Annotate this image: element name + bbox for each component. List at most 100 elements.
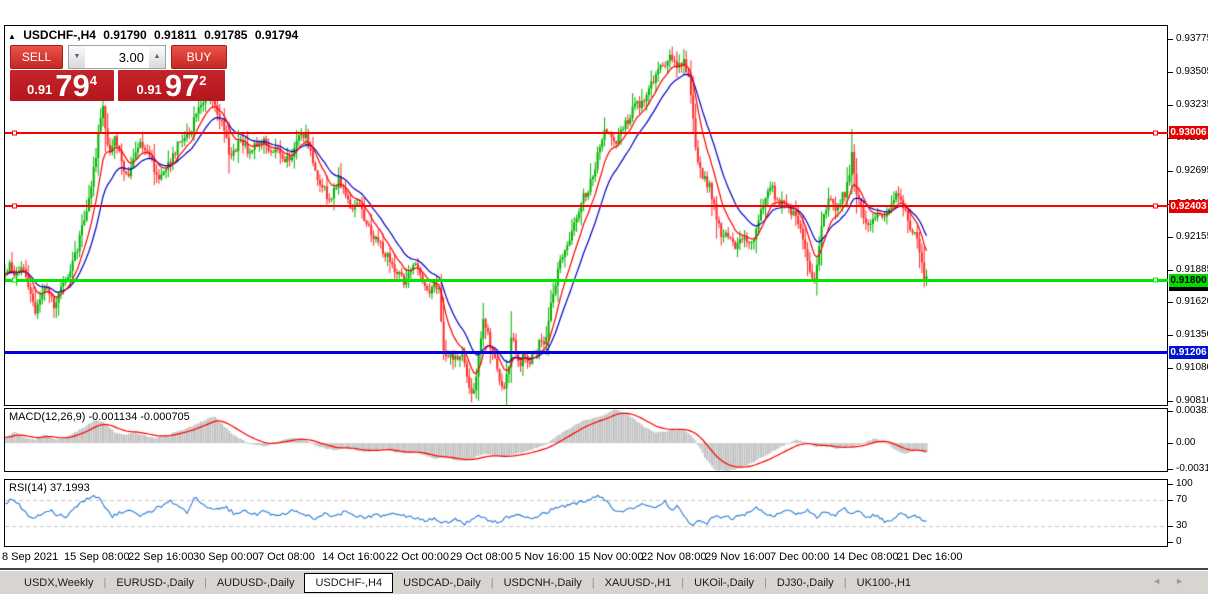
buy-button[interactable]: BUY [171, 45, 227, 69]
price-tick-label: 0.93505 [1176, 66, 1208, 77]
chart-tab-bar: USDX,Weekly|EURUSD-,Daily|AUDUSD-,DailyU… [0, 570, 1208, 594]
rsi-tick [1168, 500, 1173, 501]
volume-stepper: ▼ ▲ [68, 45, 166, 69]
time-label: 22 Oct 00:00 [386, 551, 449, 563]
rsi-tick [1168, 542, 1173, 543]
price-tick [1168, 105, 1173, 106]
price-tick [1168, 270, 1173, 271]
time-label: 5 Nov 16:00 [515, 551, 574, 563]
time-label: 15 Sep 08:00 [64, 551, 129, 563]
level-line-right-marker[interactable] [1153, 278, 1158, 283]
rsi-tick-label: 100 [1176, 478, 1193, 489]
horizontal-level-line[interactable] [5, 205, 1168, 207]
macd-tick-label: -0.003115 [1176, 463, 1208, 474]
chart-tab-ukoil-daily[interactable]: UKOil-,Daily [684, 574, 764, 592]
chart-tab-audusd-daily[interactable]: AUDUSD-,Daily [207, 574, 305, 592]
time-label: 29 Oct 08:00 [450, 551, 513, 563]
buy-price-display[interactable]: 0.91 97 2 [118, 70, 225, 101]
chart-tab-uk100-h1[interactable]: UK100-,H1 [847, 574, 921, 592]
sell-price-prefix: 0.91 [27, 82, 52, 97]
chart-ohlc-title: ▲ USDCHF-,H4 0.91790 0.91811 0.91785 0.9… [8, 28, 302, 42]
level-price-badge: 0.91800 [1169, 274, 1208, 287]
volume-input[interactable] [85, 46, 149, 68]
price-tick [1168, 401, 1173, 402]
chart-tab-usdchf-h4[interactable]: USDCHF-,H4 [304, 573, 393, 593]
chart-tab-usdcad-daily[interactable]: USDCAD-,Daily [393, 574, 491, 592]
time-label: 29 Nov 16:00 [705, 551, 770, 563]
level-line-right-marker[interactable] [1153, 204, 1158, 209]
time-label: 7 Oct 08:00 [258, 551, 315, 563]
rsi-tick [1168, 484, 1173, 485]
tab-scroll-arrows: ◄► [1152, 576, 1198, 586]
volume-increase-icon[interactable]: ▲ [149, 46, 165, 68]
chart-tab-dj30-daily[interactable]: DJ30-,Daily [767, 574, 844, 592]
level-price-badge: 0.91206 [1169, 346, 1208, 359]
sell-price-sup: 4 [90, 73, 97, 88]
tab-scroll-left-icon[interactable]: ◄ [1152, 576, 1175, 586]
level-line-left-marker[interactable] [12, 204, 17, 209]
chart-tab-xauusd-h1[interactable]: XAUUSD-,H1 [595, 574, 682, 592]
sell-price-display[interactable]: 0.91 79 4 [10, 70, 114, 101]
price-tick-label: 0.92155 [1176, 231, 1208, 242]
symbol-period-label: USDCHF-,H4 [23, 28, 96, 42]
horizontal-level-line[interactable] [5, 279, 1168, 282]
rsi-tick-label: 70 [1176, 494, 1187, 505]
price-tick [1168, 39, 1173, 40]
level-price-badge: 0.92403 [1169, 200, 1208, 213]
buy-price-sup: 2 [199, 73, 206, 88]
sell-button[interactable]: SELL [10, 45, 63, 69]
chart-tab-eurusd-daily[interactable]: EURUSD-,Daily [106, 574, 204, 592]
macd-tick [1168, 469, 1173, 470]
level-line-left-marker[interactable] [12, 130, 17, 135]
macd-tick [1168, 411, 1173, 412]
price-tick-label: 0.91080 [1176, 362, 1208, 373]
level-line-left-marker[interactable] [12, 278, 17, 283]
price-tick [1168, 171, 1173, 172]
ohlc-open: 0.91790 [103, 28, 146, 42]
price-tick-label: 0.91350 [1176, 329, 1208, 340]
macd-label: MACD(12,26,9) -0.001134 -0.000705 [9, 411, 190, 423]
trading-terminal: 5M30H1H4D1W1MN ▲ USDCHF-,H4 0.91790 0.91… [0, 0, 1208, 594]
ohlc-close: 0.91794 [255, 28, 298, 42]
price-tick [1168, 72, 1173, 73]
buy-price-prefix: 0.91 [136, 82, 161, 97]
collapse-icon[interactable]: ▲ [8, 32, 16, 41]
tab-scroll-right-icon[interactable]: ► [1175, 576, 1198, 586]
buy-price-big: 97 [165, 71, 199, 100]
price-tick [1168, 302, 1173, 303]
time-label: 15 Nov 00:00 [578, 551, 643, 563]
volume-decrease-icon[interactable]: ▼ [69, 46, 85, 68]
current-price-badge-edge [1169, 287, 1208, 291]
ohlc-low: 0.91785 [204, 28, 247, 42]
time-label: 7 Dec 00:00 [770, 551, 829, 563]
time-label: 21 Dec 16:00 [897, 551, 962, 563]
horizontal-level-line[interactable] [5, 132, 1168, 134]
price-tick-label: 0.92695 [1176, 165, 1208, 176]
price-tick [1168, 335, 1173, 336]
rsi-panel-frame [4, 479, 1168, 547]
time-label: 22 Nov 08:00 [641, 551, 706, 563]
sell-price-big: 79 [55, 71, 89, 100]
trade-panel-controls: SELL ▼ ▲ BUY [10, 45, 227, 69]
chart-tab-usdx-weekly[interactable]: USDX,Weekly [14, 574, 103, 592]
level-price-badge: 0.93006 [1169, 126, 1208, 139]
macd-tick [1168, 443, 1173, 444]
time-label: 14 Dec 08:00 [833, 551, 898, 563]
time-label: 14 Oct 16:00 [322, 551, 385, 563]
price-tick-label: 0.93775 [1176, 33, 1208, 44]
price-tick-label: 0.93235 [1176, 99, 1208, 110]
time-label: 8 Sep 2021 [2, 551, 58, 563]
price-tick [1168, 237, 1173, 238]
horizontal-level-line[interactable] [5, 351, 1168, 354]
rsi-tick [1168, 526, 1173, 527]
rsi-tick-label: 30 [1176, 520, 1187, 531]
macd-tick-label: 0.00 [1176, 437, 1195, 448]
rsi-label: RSI(14) 37.1993 [9, 482, 90, 494]
time-label: 22 Sep 16:00 [128, 551, 193, 563]
level-line-right-marker[interactable] [1153, 130, 1158, 135]
chart-tab-usdcnh-daily[interactable]: USDCNH-,Daily [494, 574, 592, 592]
price-tick-label: 0.91620 [1176, 296, 1208, 307]
time-label: 30 Sep 00:00 [193, 551, 258, 563]
ohlc-high: 0.91811 [154, 28, 197, 42]
price-tick [1168, 368, 1173, 369]
